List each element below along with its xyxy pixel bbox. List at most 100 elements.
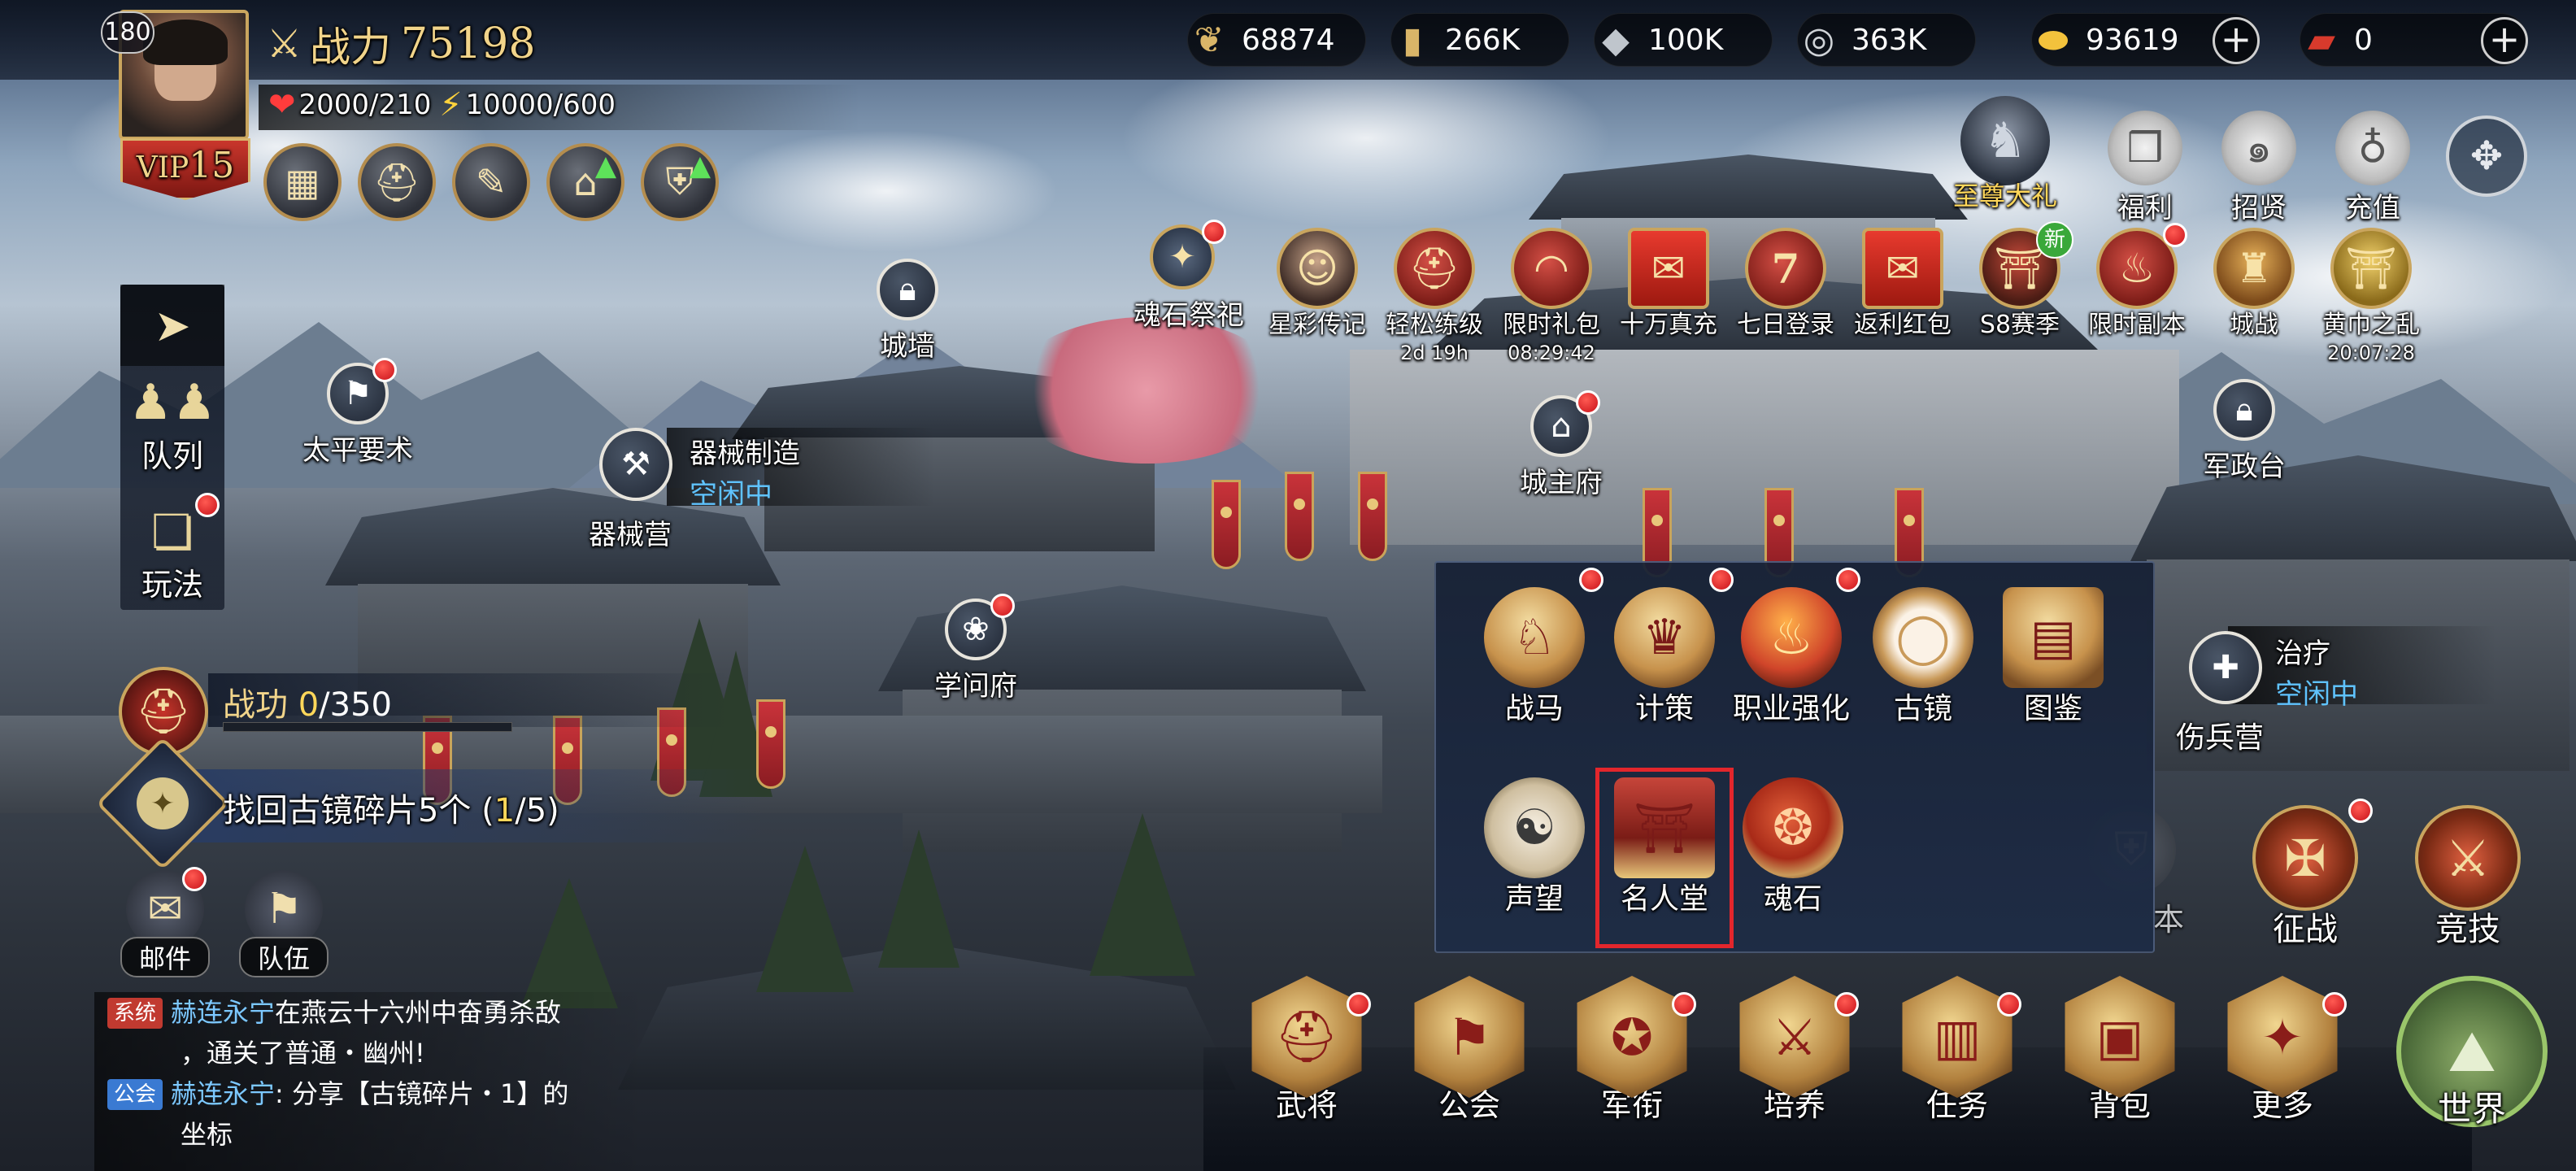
map-pin-hospital[interactable]: ✚ [2173, 631, 2278, 704]
activity-seven-day-login[interactable]: 7 七日登录 [1737, 228, 1834, 340]
conquest-button[interactable]: ✠ 征战 [2244, 799, 2373, 950]
tree [756, 846, 854, 992]
bottom-menu-tasks[interactable]: ▥ 任务 [1888, 976, 2026, 1125]
resource-gold[interactable]: ⬬ 93619 + [2031, 13, 2260, 67]
chat-line: ，通关了普通・幽州! [94, 1033, 647, 1073]
gameplay-button[interactable]: ❏ 玩法 [120, 493, 224, 604]
popup-item-class-enhance[interactable]: ♨ 职业强化 [1730, 568, 1860, 727]
bottom-menu-guild[interactable]: ⚑ 公会 [1400, 976, 1538, 1125]
bottom-menu-rank[interactable]: ✪ 军衔 [1563, 976, 1701, 1125]
popup-item-label: 职业强化 [1732, 692, 1850, 725]
expand-arrow-icon[interactable]: ➤ [120, 285, 224, 366]
popup-item-strategy[interactable]: ♛ 计策 [1603, 568, 1734, 727]
notification-dot [1576, 390, 1600, 415]
cloud [716, 130, 1057, 252]
resource-value: 93619 [2086, 24, 2179, 57]
scroll-icon[interactable]: ✎ [452, 143, 530, 221]
activity-city-battle[interactable]: ♜ 城战 [2205, 228, 2303, 340]
map-pin-taiping[interactable]: ⚑ 太平要术 [293, 358, 423, 468]
resource-iron[interactable]: ◆ 100K [1594, 13, 1773, 67]
hospital-label[interactable]: 伤兵营 [2176, 714, 2264, 756]
chat-name: 赫连永宁 [171, 997, 276, 1028]
activity-soulstone-sacrifice[interactable]: ✦ 魂石祭祀 [1134, 220, 1244, 333]
add-ticket-button[interactable]: + [2481, 17, 2528, 64]
notification-dot [1834, 992, 1859, 1016]
world-button[interactable]: ⛰ 世界 [2391, 976, 2553, 1131]
add-gold-button[interactable]: + [2213, 17, 2260, 64]
stamina-value: 2000/210 [298, 89, 432, 121]
chat-line: 系统 赫连永宁在燕云十六州中奋勇杀敌 [94, 992, 647, 1033]
popup-item-soul-stone[interactable]: ❂ 魂石 [1732, 777, 1854, 917]
map-navigate-icon[interactable]: ✥ [2446, 115, 2527, 197]
resource-wood[interactable]: ▮ 266K [1390, 13, 1569, 67]
lightning-icon[interactable]: ⚡ [439, 86, 462, 124]
notification-dot [1672, 992, 1696, 1016]
popup-item-label: 声望 [1504, 882, 1564, 916]
activity-easy-leveling[interactable]: ⛑ 轻松练级 2d 19h [1386, 228, 1483, 364]
activity-limited-dungeon[interactable]: ♨ 限时副本 [2088, 223, 2187, 340]
prestige-icon: ☯ [1484, 777, 1585, 878]
bottom-menu-bag[interactable]: ▣ 背包 [2051, 976, 2189, 1125]
popup-item-prestige[interactable]: ☯ 声望 [1473, 777, 1595, 917]
quest-progress: 1 [494, 792, 516, 829]
recruit-button[interactable]: ๑ 招贤 [2210, 111, 2308, 225]
chat-text: 在燕云十六州中奋勇杀敌 [275, 997, 562, 1028]
activity-limited-pack[interactable]: ◠ 限时礼包 08:29:42 [1503, 228, 1600, 364]
recruit-label: 招贤 [2231, 192, 2287, 224]
map-pin-workshop[interactable]: ⚒ [587, 428, 685, 501]
city-battle-icon: ♜ [2213, 228, 2295, 309]
heart-icon[interactable]: ❤ [268, 86, 296, 124]
activity-label: 七日登录 [1737, 311, 1834, 339]
money-bag-icon: ♁ [2335, 111, 2410, 185]
troop-upgrade-icon[interactable]: ⛨ ▲ [641, 143, 719, 221]
warrior-icon: ♞ [1960, 96, 2050, 185]
quest-text[interactable]: 找回古镜碎片5个 (1/5) [223, 784, 559, 831]
merit-progress-bar [223, 722, 512, 732]
new-badge: 新 [2036, 221, 2073, 259]
energy-value: 10000/600 [465, 89, 616, 121]
helmet-red-icon: ⛑ [1394, 228, 1475, 309]
resource-coin[interactable]: ◎ 363K [1797, 13, 1976, 67]
building-upgrade-icon[interactable]: ⌂ ▲ [546, 143, 624, 221]
queue-button[interactable]: ♟♟ 队列 [120, 374, 224, 476]
resource-ticket[interactable]: ▰ 0 + [2300, 13, 2528, 67]
activity-rebate-envelope[interactable]: ✉ 返利红包 [1854, 228, 1952, 340]
resource-wheat[interactable]: ❦ 68874 [1187, 13, 1366, 67]
map-pin-academy[interactable]: ❀ 学问府 [919, 594, 1033, 703]
recharge-button[interactable]: ♁ 充值 [2324, 111, 2422, 225]
map-pin-military[interactable]: 🔒︎ 军政台 [2187, 379, 2301, 484]
warhorse-icon: ♘ [1484, 587, 1585, 688]
map-pin-lord-mansion[interactable]: ⌂ 城主府 [1504, 390, 1618, 500]
activity-100k-recharge[interactable]: ✉ 十万真充 [1620, 228, 1717, 340]
map-pin-wall[interactable]: 🔒︎ 城墙 [859, 259, 956, 363]
workshop-label[interactable]: 器械营 [589, 512, 672, 552]
mail-button[interactable]: ✉ 邮件 [120, 867, 210, 977]
bottom-menu-generals[interactable]: ⛑ 武将 [1238, 976, 1376, 1125]
popup-item-label: 图鉴 [2023, 692, 2082, 725]
popup-item-warhorse[interactable]: ♘ 战马 [1473, 568, 1603, 727]
map-label: 军政台 [2203, 451, 2286, 483]
activity-yellow-turban[interactable]: ⛩ 黄巾之乱 20:07:28 [2322, 228, 2420, 364]
team-button[interactable]: ⚑ 队伍 [239, 870, 329, 977]
quest-scroll-icon[interactable]: ✦ [137, 777, 189, 829]
arena-button[interactable]: ⚔ 竞技 [2407, 805, 2529, 950]
resource-value: 0 [2354, 24, 2373, 57]
popup-item-ancient-mirror[interactable]: ◯ 古镜 [1862, 587, 1984, 727]
supreme-gift-button[interactable]: ♞ 至尊大礼 [1940, 96, 2070, 213]
bottom-menu-more[interactable]: ✦ 更多 [2213, 976, 2352, 1125]
merit-value: 0 [298, 686, 320, 724]
sword-icon: ⚔ [2415, 805, 2521, 911]
activity-s8-season[interactable]: ⛩ S8赛季 新 [1971, 221, 2073, 340]
soul-stone-icon: ❂ [1743, 777, 1843, 878]
chat-name: 赫连永宁 [171, 1078, 276, 1109]
bottom-menu-cultivate[interactable]: ⚔ 培养 [1725, 976, 1864, 1125]
welfare-button[interactable]: ❒ 福利 [2096, 111, 2194, 225]
seven-day-number: 7 [1771, 244, 1800, 293]
activity-star-biography[interactable]: ☺ 星彩传记 [1268, 228, 1366, 340]
calendar-icon[interactable]: ▦ [263, 143, 342, 221]
popup-item-codex[interactable]: ▤ 图鉴 [1992, 587, 2114, 727]
chat-panel[interactable]: 系统 赫连永宁在燕云十六州中奋勇杀敌 ，通关了普通・幽州! 公会 赫连永宁: 分享【… [94, 992, 647, 1171]
map-label: 学问府 [934, 670, 1017, 703]
soldiers-icon: ♟♟ [128, 374, 216, 431]
helmet-icon[interactable]: ⛑ [358, 143, 436, 221]
